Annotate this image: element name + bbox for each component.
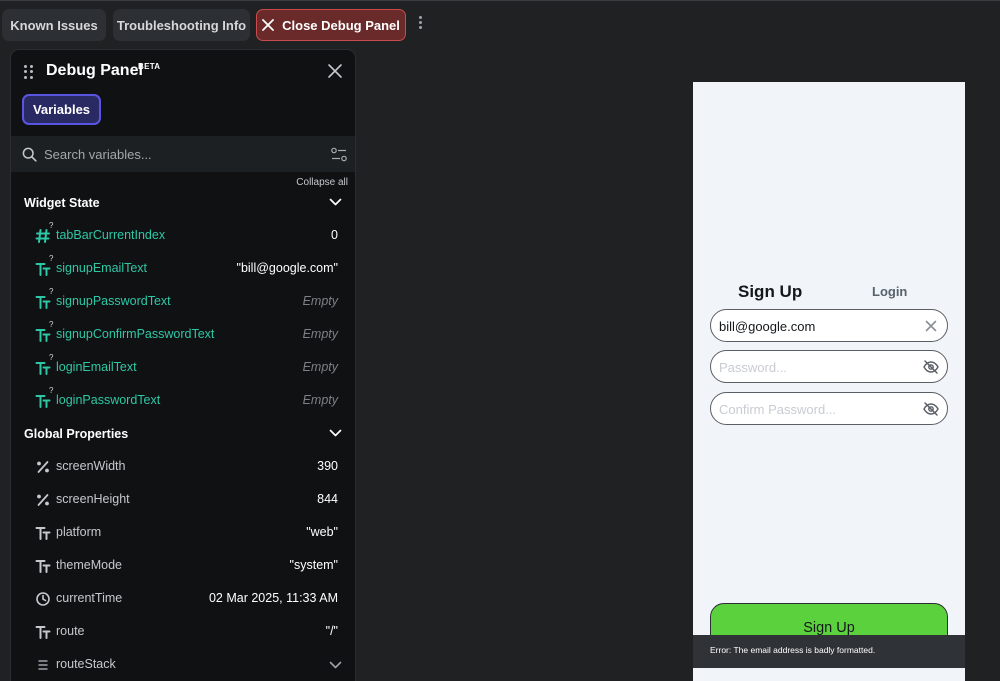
tab-variables[interactable]: Variables — [22, 94, 101, 125]
chevron-down-icon[interactable] — [329, 661, 342, 670]
text-type-icon — [35, 329, 51, 342]
more-options-icon[interactable] — [415, 16, 425, 34]
password-field[interactable] — [710, 350, 948, 383]
variable-name: signupConfirmPasswordText — [56, 327, 215, 341]
variable-value: Empty — [302, 294, 338, 308]
text-type-icon — [35, 395, 51, 408]
property-row-screenheight[interactable]: screenHeight 844 — [11, 483, 355, 516]
debug-panel: Debug Panel BETA Variables Collapse all … — [10, 49, 356, 681]
eye-off-icon[interactable] — [923, 401, 939, 417]
close-debug-panel-button[interactable]: Close Debug Panel — [256, 9, 406, 41]
nullable-mark: ? — [49, 221, 54, 230]
section-global-properties[interactable]: Global Properties — [11, 419, 355, 449]
text-type-icon — [35, 296, 51, 309]
variable-value: "bill@google.com" — [236, 261, 338, 275]
property-row-screenwidth[interactable]: screenWidth 390 — [11, 450, 355, 483]
number-icon — [35, 229, 50, 243]
section-widget-state[interactable]: Widget State — [11, 188, 355, 218]
property-row-thememode[interactable]: themeMode "system" — [11, 549, 355, 582]
variable-row-signuppasswordtext[interactable]: ? signupPasswordText Empty — [11, 285, 355, 318]
percent-icon — [37, 494, 49, 506]
top-divider — [0, 0, 1000, 1]
section-label: Global Properties — [24, 427, 129, 441]
property-row-platform[interactable]: platform "web" — [11, 516, 355, 549]
text-type-icon — [35, 527, 51, 540]
known-issues-button[interactable]: Known Issues — [2, 9, 106, 41]
debug-panel-header: Debug Panel BETA — [11, 50, 355, 92]
beta-badge: BETA — [138, 62, 161, 71]
variable-row-signupemailtext[interactable]: ? signupEmailText "bill@google.com" — [11, 252, 355, 285]
nullable-mark: ? — [49, 386, 54, 395]
property-value: "web" — [306, 525, 338, 539]
app-preview: Sign Up Login Sign Up Error: The email a… — [693, 82, 965, 681]
debug-panel-title: Debug Panel — [46, 62, 143, 79]
variable-value: Empty — [302, 327, 338, 341]
filter-icon[interactable] — [331, 147, 347, 162]
property-name: themeMode — [56, 558, 123, 572]
variable-value: Empty — [302, 360, 338, 374]
variable-row-loginemailtext[interactable]: ? loginEmailText Empty — [11, 351, 355, 384]
drag-handle-icon[interactable] — [24, 65, 34, 79]
chevron-down-icon — [329, 429, 342, 437]
property-value: "/" — [325, 624, 338, 638]
text-type-icon — [35, 263, 51, 276]
property-value: "system" — [289, 558, 338, 572]
text-type-icon — [35, 362, 51, 375]
variable-name: loginEmailText — [56, 360, 137, 374]
variable-name: signupEmailText — [56, 261, 148, 275]
password-input[interactable] — [719, 358, 919, 376]
property-name: platform — [56, 525, 102, 539]
search-input[interactable] — [44, 143, 314, 165]
variable-name: loginPasswordText — [56, 393, 161, 407]
property-name: routeStack — [56, 657, 116, 671]
property-name: currentTime — [56, 591, 123, 605]
property-name: route — [56, 624, 85, 638]
property-row-route[interactable]: route "/" — [11, 615, 355, 648]
close-debug-panel-label: Close Debug Panel — [282, 17, 400, 33]
error-snackbar: Error: The email address is badly format… — [693, 635, 965, 668]
confirm-password-field[interactable] — [710, 392, 948, 425]
nullable-mark: ? — [49, 254, 54, 263]
property-row-routestack[interactable]: routeStack — [11, 648, 355, 681]
property-row-currenttime[interactable]: currentTime 02 Mar 2025, 11:33 AM — [11, 582, 355, 615]
search-bar — [11, 136, 355, 172]
close-icon — [262, 19, 275, 31]
nullable-mark: ? — [49, 320, 54, 329]
variable-value: 0 — [331, 228, 338, 242]
confirm-password-input[interactable] — [719, 400, 919, 418]
section-label: Widget State — [24, 196, 100, 210]
search-icon — [22, 147, 37, 162]
email-field[interactable] — [710, 309, 948, 342]
nullable-mark: ? — [49, 353, 54, 362]
list-icon — [38, 660, 48, 670]
troubleshooting-info-button[interactable]: Troubleshooting Info — [113, 9, 250, 41]
debug-toolbar: Known Issues Troubleshooting Info Close … — [0, 9, 1000, 41]
variable-name: signupPasswordText — [56, 294, 171, 308]
variable-name: tabBarCurrentIndex — [56, 228, 166, 242]
variable-row-signupconfirmpasswordtext[interactable]: ? signupConfirmPasswordText Empty — [11, 318, 355, 351]
tab-sign-up[interactable]: Sign Up — [738, 282, 802, 302]
text-type-icon — [35, 560, 51, 573]
property-value: 390 — [317, 459, 338, 473]
text-type-icon — [35, 626, 51, 639]
property-value: 844 — [317, 492, 338, 506]
variable-row-tabbarcurrentindex[interactable]: ? tabBarCurrentIndex 0 — [11, 219, 355, 252]
panel-close-icon[interactable] — [327, 63, 343, 79]
variable-value: Empty — [302, 393, 338, 407]
clear-icon[interactable] — [923, 318, 939, 334]
collapse-all-link[interactable]: Collapse all — [296, 177, 348, 188]
email-input[interactable] — [719, 317, 919, 335]
chevron-down-icon — [329, 198, 342, 206]
tab-login[interactable]: Login — [872, 284, 907, 299]
eye-off-icon[interactable] — [923, 359, 939, 375]
percent-icon — [37, 461, 49, 473]
property-name: screenHeight — [56, 492, 130, 506]
nullable-mark: ? — [49, 287, 54, 296]
variable-row-loginpasswordtext[interactable]: ? loginPasswordText Empty — [11, 384, 355, 417]
property-value: 02 Mar 2025, 11:33 AM — [208, 591, 338, 605]
property-name: screenWidth — [56, 459, 126, 473]
clock-icon — [36, 592, 50, 606]
